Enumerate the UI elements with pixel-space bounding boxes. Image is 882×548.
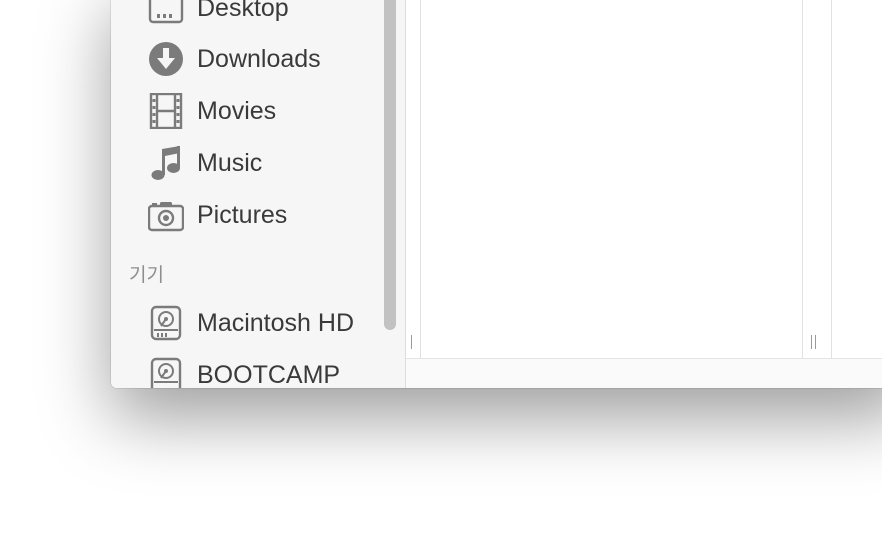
hard-drive-icon [147,304,185,342]
sidebar-scrollbar[interactable] [383,0,397,388]
sidebar-item-music[interactable]: Music [147,143,387,183]
music-icon [147,144,185,182]
sidebar-item-bootcamp[interactable]: BOOTCAMP [147,355,387,388]
sidebar-item-label: Movies [197,96,277,125]
sidebar-item-label: Pictures [197,200,288,229]
camera-icon [147,196,185,234]
hard-drive-icon [147,356,185,388]
column-browser [406,0,882,388]
horizontal-scroll-area[interactable] [406,358,882,388]
downloads-icon [147,40,185,78]
devices-section-header: 기기 [129,265,164,286]
column-resize-handle[interactable] [810,335,818,349]
sidebar-item-downloads[interactable]: Downloads [147,39,387,79]
sidebar-item-label: Macintosh HD [197,308,354,337]
finder-window: Desktop Downloads Movies Music Pictures … [111,0,882,388]
sidebar-item-label: BOOTCAMP [197,360,341,389]
sidebar-item-macintosh-hd[interactable]: Macintosh HD [147,303,387,343]
desktop-folder-icon [147,0,185,27]
sidebar-item-pictures[interactable]: Pictures [147,195,387,235]
column-resize-handle[interactable] [409,335,417,349]
screen: Desktop Downloads Movies Music Pictures … [0,0,882,548]
sidebar-item-desktop[interactable]: Desktop [147,0,387,28]
movies-icon [147,92,185,130]
sidebar: Desktop Downloads Movies Music Pictures … [111,0,406,388]
browser-column[interactable] [803,0,832,358]
sidebar-item-label: Music [197,148,263,177]
browser-column[interactable] [406,0,421,358]
sidebar-item-label: Desktop [197,0,289,22]
sidebar-item-movies[interactable]: Movies [147,91,387,131]
sidebar-scrollbar-thumb[interactable] [384,0,396,330]
browser-column[interactable] [420,0,803,358]
sidebar-item-label: Downloads [197,44,321,73]
